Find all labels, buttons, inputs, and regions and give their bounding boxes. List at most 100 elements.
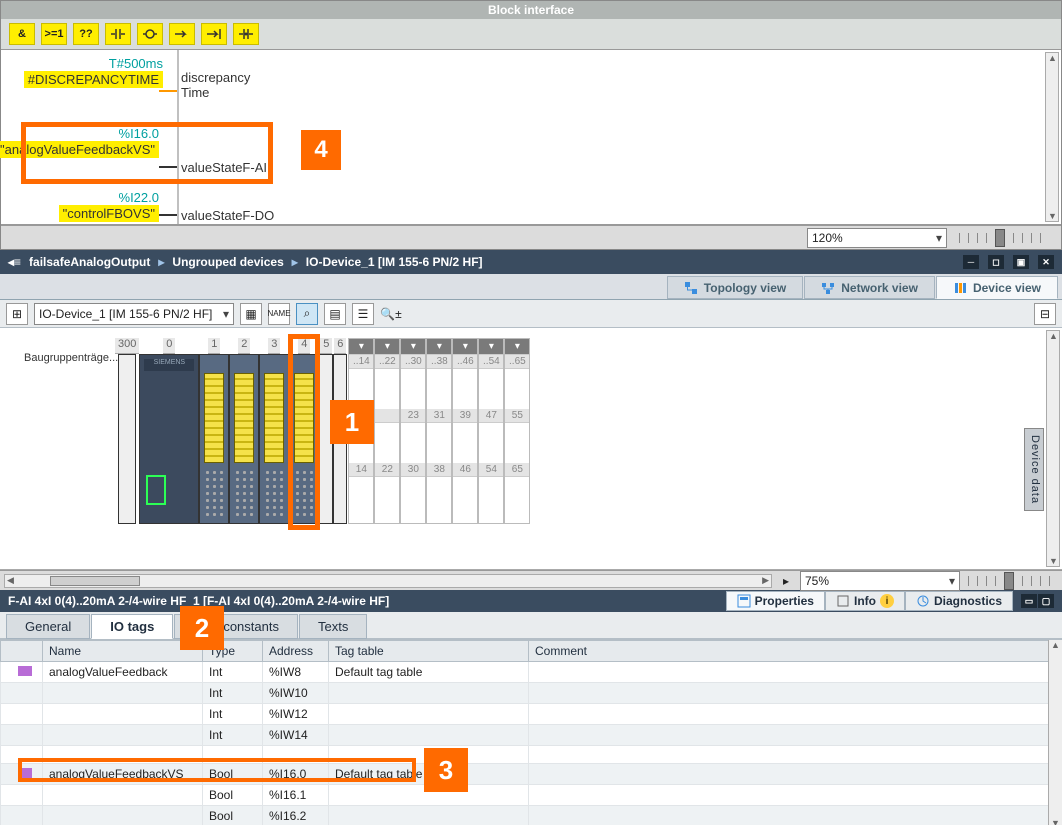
close-btn[interactable]: ✕ xyxy=(1038,255,1054,269)
toolbar-grid2-btn[interactable]: ▤ xyxy=(324,303,346,325)
device-data-side-tab[interactable]: Device data xyxy=(1024,428,1044,511)
cell-name[interactable] xyxy=(43,725,203,746)
io-vertical-scrollbar[interactable] xyxy=(1048,640,1062,825)
device-zoom-slider[interactable] xyxy=(968,576,1058,586)
toolbar-name-btn[interactable]: NAME xyxy=(268,303,290,325)
tab-diagnostics[interactable]: Diagnostics xyxy=(905,591,1013,611)
device-horizontal-scrollbar[interactable] xyxy=(4,574,772,588)
table-row[interactable]: Int%IW12 xyxy=(1,704,1062,725)
cell-type[interactable]: Bool xyxy=(203,806,263,825)
slot-module-3[interactable] xyxy=(259,354,289,524)
properties-icon xyxy=(737,594,751,608)
cell-address[interactable]: %IW8 xyxy=(263,662,329,683)
discrepancy-name[interactable]: #DISCREPANCYTIME xyxy=(24,71,163,88)
tab-general[interactable]: General xyxy=(6,614,90,639)
device-selector[interactable]: IO-Device_1 [IM 155-6 PN/2 HF] xyxy=(34,303,234,325)
toolbar-grid-btn[interactable]: ▦ xyxy=(240,303,262,325)
minimize-btn[interactable]: ─ xyxy=(963,255,979,269)
cell-name[interactable] xyxy=(43,806,203,825)
breadcrumb-group[interactable]: Ungrouped devices xyxy=(172,255,283,269)
cell-name[interactable]: analogValueFeedback xyxy=(43,662,203,683)
logic-open-btn[interactable] xyxy=(233,23,259,45)
device-canvas[interactable]: Baugruppenträge... 300 0SIEMENS 1 2 3 4 … xyxy=(0,328,1062,570)
cell-name[interactable] xyxy=(43,683,203,704)
tab-properties[interactable]: Properties xyxy=(726,591,825,611)
cell-tagtable[interactable] xyxy=(329,725,529,746)
slot-num-3: 3 xyxy=(268,338,280,354)
cell-address[interactable]: %IW14 xyxy=(263,725,329,746)
tab-topology[interactable]: Topology view xyxy=(667,276,803,299)
col-name[interactable]: Name xyxy=(43,641,203,662)
tab-network[interactable]: Network view xyxy=(804,276,935,299)
col-tagtable[interactable]: Tag table xyxy=(329,641,529,662)
toolbar-zoom-btn[interactable]: 🔍± xyxy=(380,303,402,325)
cell-address[interactable]: %I16.2 xyxy=(263,806,329,825)
device-zoom-select[interactable]: 75% xyxy=(800,571,960,591)
toolbar-list-btn[interactable]: ☰ xyxy=(352,303,374,325)
tab-device[interactable]: Device view xyxy=(936,276,1058,299)
table-row[interactable]: Int%IW10 xyxy=(1,683,1062,704)
table-row[interactable]: Bool%I16.1 xyxy=(1,785,1062,806)
logic-coil-btn[interactable] xyxy=(137,23,163,45)
control-port: valueStateF-DO xyxy=(181,208,274,223)
device-vertical-scrollbar[interactable] xyxy=(1046,330,1060,567)
cell-type[interactable]: Int xyxy=(203,683,263,704)
device-nav-btn[interactable]: ⊞ xyxy=(6,303,28,325)
logic-and-btn[interactable]: & xyxy=(9,23,35,45)
logic-contact-btn[interactable] xyxy=(105,23,131,45)
slot-num-300: 300 xyxy=(115,338,139,354)
col-address[interactable]: Address xyxy=(263,641,329,662)
cell-address[interactable]: %IW10 xyxy=(263,683,329,704)
io-tags-table: Name Type Address Tag table Comment anal… xyxy=(0,640,1062,825)
table-row[interactable]: analogValueFeedbackInt%IW8Default tag ta… xyxy=(1,662,1062,683)
col-comment[interactable]: Comment xyxy=(529,641,1062,662)
cell-name[interactable] xyxy=(43,704,203,725)
cell-comment[interactable] xyxy=(529,764,1062,785)
block-zoom-slider[interactable] xyxy=(959,233,1049,243)
window-btn[interactable]: ◻ xyxy=(988,255,1004,269)
tag-tabs-row: General IO tags constants Texts 2 xyxy=(0,612,1062,640)
cell-tagtable[interactable] xyxy=(329,683,529,704)
cell-comment[interactable] xyxy=(529,785,1062,806)
inspector-up-btn[interactable]: ▭ xyxy=(1021,594,1037,608)
lad-diagram-area[interactable]: T#500ms #DISCREPANCYTIME discrepancy Tim… xyxy=(1,50,1061,225)
table-row[interactable]: Bool%I16.2 xyxy=(1,806,1062,825)
logic-move-btn[interactable] xyxy=(169,23,195,45)
slot-module-2[interactable] xyxy=(229,354,259,524)
control-name[interactable]: "controlFBOVS" xyxy=(59,205,159,222)
diagram-vertical-scrollbar[interactable] xyxy=(1045,52,1059,222)
inspector-down-btn[interactable]: ▢ xyxy=(1038,594,1054,608)
slot-head-module[interactable]: SIEMENS xyxy=(139,354,199,524)
table-row[interactable]: Int%IW14 xyxy=(1,725,1062,746)
cell-type[interactable]: Bool xyxy=(203,785,263,806)
tab-texts[interactable]: Texts xyxy=(299,614,367,639)
breadcrumb-device[interactable]: IO-Device_1 [IM 155-6 PN/2 HF] xyxy=(306,255,483,269)
cell-comment[interactable] xyxy=(529,683,1062,704)
tab-io-tags[interactable]: IO tags xyxy=(91,614,173,639)
slot-module-1[interactable] xyxy=(199,354,229,524)
cell-type[interactable]: Int xyxy=(203,725,263,746)
breadcrumb-project[interactable]: failsafeAnalogOutput xyxy=(29,255,150,269)
cell-name[interactable] xyxy=(43,785,203,806)
discrepancy-port: discrepancy Time xyxy=(181,70,250,100)
cell-tagtable[interactable] xyxy=(329,704,529,725)
logic-branch-btn[interactable] xyxy=(201,23,227,45)
logic-cmp-btn[interactable]: ?? xyxy=(73,23,99,45)
tab-info[interactable]: Info i xyxy=(825,591,905,611)
cell-comment[interactable] xyxy=(529,662,1062,683)
col-icon[interactable] xyxy=(1,641,43,662)
toolbar-last-btn[interactable]: ⊟ xyxy=(1034,303,1056,325)
logic-or-btn[interactable]: >=1 xyxy=(41,23,67,45)
maximize-btn[interactable]: ▣ xyxy=(1013,255,1029,269)
cell-address[interactable]: %I16.1 xyxy=(263,785,329,806)
cell-comment[interactable] xyxy=(529,806,1062,825)
cell-tagtable[interactable]: Default tag table xyxy=(329,662,529,683)
block-zoom-select[interactable]: 120% xyxy=(807,228,947,248)
cell-comment[interactable] xyxy=(529,725,1062,746)
cell-address[interactable]: %IW12 xyxy=(263,704,329,725)
toolbar-zoom-area-btn[interactable]: ⌕ xyxy=(296,303,318,325)
cell-type[interactable]: Int xyxy=(203,704,263,725)
cell-tagtable[interactable] xyxy=(329,806,529,825)
cell-type[interactable]: Int xyxy=(203,662,263,683)
cell-comment[interactable] xyxy=(529,704,1062,725)
